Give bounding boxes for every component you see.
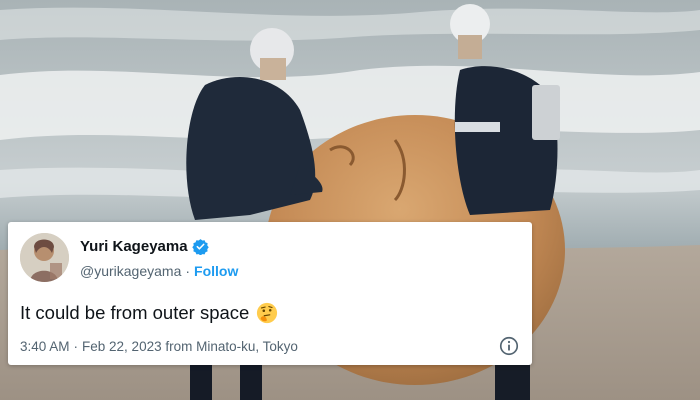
handle[interactable]: @yurikageyama (80, 263, 181, 279)
name-row: Yuri Kageyama (80, 238, 209, 256)
tweet-body: It could be from outer space (20, 302, 250, 323)
tweet-meta: 3:40 AM · Feb 22, 2023 from Minato-ku, T… (20, 339, 298, 354)
handle-row: @yurikageyama · Follow (80, 263, 238, 279)
avatar[interactable] (20, 233, 69, 282)
display-name[interactable]: Yuri Kageyama (80, 238, 188, 255)
separator: · (185, 263, 191, 279)
tweet-text: It could be from outer space (20, 302, 278, 324)
tweet-card[interactable]: Yuri Kageyama @yurikageyama · Follow It … (8, 222, 532, 365)
follow-button[interactable]: Follow (194, 263, 238, 279)
meta-separator: · (73, 339, 79, 354)
tweet-time[interactable]: 3:40 AM (20, 339, 70, 354)
thinking-face-icon (256, 302, 278, 324)
info-icon[interactable] (498, 335, 520, 357)
tweet-date-location[interactable]: Feb 22, 2023 from Minato-ku, Tokyo (82, 339, 298, 354)
verified-badge-icon (191, 238, 209, 256)
